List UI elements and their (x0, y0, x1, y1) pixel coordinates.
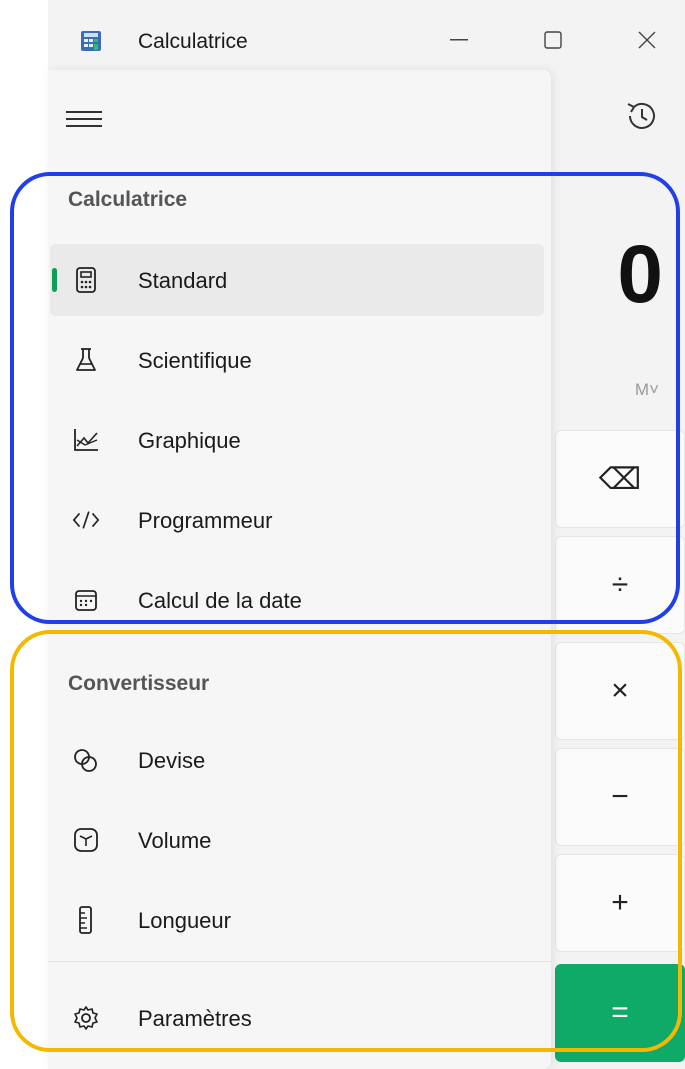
ruler-icon (72, 906, 100, 934)
nav-item-currency[interactable]: Devise (50, 724, 544, 796)
hamburger-menu-button[interactable] (66, 106, 102, 132)
flask-icon (72, 346, 100, 374)
nav-item-label: Longueur (138, 908, 231, 933)
nav-item-label: Calcul de la date (138, 588, 302, 613)
nav-item-programmer[interactable]: Programmeur (50, 484, 544, 556)
navigation-pane: Calculatrice Standard Scientifique Graph… (48, 70, 551, 1069)
currency-icon (72, 746, 100, 774)
equals-key[interactable]: = (555, 964, 685, 1062)
maximize-icon (544, 31, 562, 49)
calculator-icon (72, 266, 100, 294)
display-value: 0 (617, 229, 663, 320)
add-key[interactable]: + (555, 854, 685, 952)
divide-key[interactable]: ÷ (555, 536, 685, 634)
nav-item-label: Paramètres (138, 1006, 252, 1031)
title-bar: Calculatrice (48, 8, 685, 74)
nav-item-label: Scientifique (138, 348, 252, 373)
nav-item-label: Standard (138, 268, 228, 293)
selection-indicator (52, 268, 57, 292)
nav-item-label: Graphique (138, 428, 241, 453)
multiply-key[interactable]: × (555, 642, 685, 740)
nav-item-label: Programmeur (138, 508, 273, 533)
maximize-button[interactable] (528, 22, 578, 58)
code-icon (72, 506, 100, 534)
window-title: Calculatrice (138, 30, 248, 53)
app-calculator-icon (80, 30, 102, 52)
memory-dropdown[interactable]: M˅ (635, 380, 659, 400)
section-header-converter: Convertisseur (68, 672, 210, 695)
nav-item-settings[interactable]: Paramètres (50, 982, 544, 1054)
nav-item-label: Volume (138, 828, 212, 853)
calendar-icon (72, 586, 100, 614)
nav-divider (48, 961, 551, 962)
section-header-calculator: Calculatrice (68, 188, 188, 211)
nav-item-scientific[interactable]: Scientifique (50, 324, 544, 396)
close-icon (638, 31, 656, 49)
nav-item-date-calculation[interactable]: Calcul de la date (50, 564, 544, 636)
minimize-button[interactable] (434, 22, 484, 58)
nav-item-volume[interactable]: Volume (50, 804, 544, 876)
history-icon[interactable] (624, 98, 660, 134)
minimize-icon (450, 39, 468, 41)
gear-icon (72, 1004, 100, 1032)
nav-item-length[interactable]: Longueur (50, 884, 544, 956)
cube-icon (72, 826, 100, 854)
subtract-key[interactable]: − (555, 748, 685, 846)
nav-item-graphing[interactable]: Graphique (50, 404, 544, 476)
close-button[interactable] (622, 22, 672, 58)
nav-item-label: Devise (138, 748, 206, 773)
nav-item-standard[interactable]: Standard (50, 244, 544, 316)
backspace-key[interactable]: ⌫ (555, 430, 685, 528)
graph-icon (72, 426, 100, 454)
